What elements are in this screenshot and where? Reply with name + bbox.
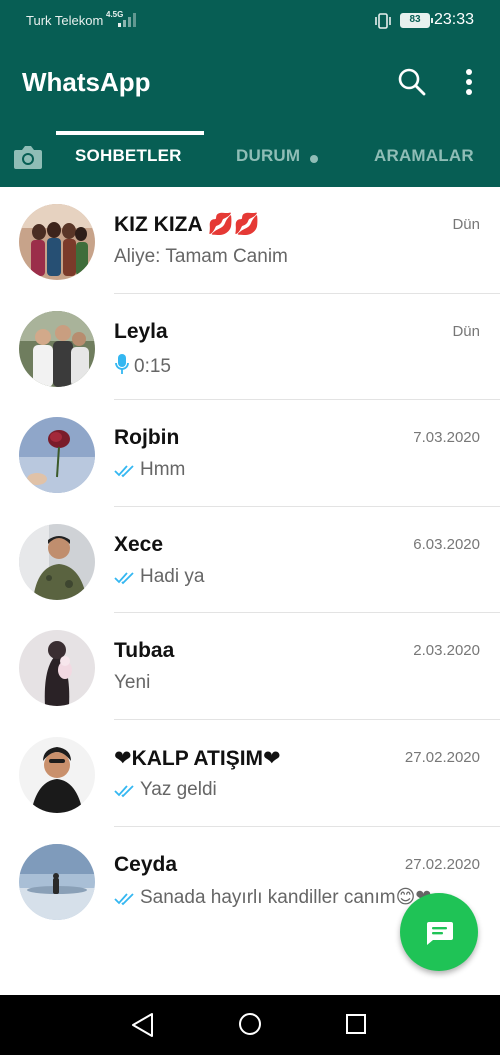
clock: 23:33 [434,11,475,28]
double-check-icon [114,572,134,585]
message-text: Yaz geldi [140,778,217,800]
home-icon[interactable] [238,1012,262,1036]
new-chat-icon [427,922,453,945]
last-message-preview: Yeni [114,672,474,694]
message-text: Aliye: Tamam Canim [114,246,288,267]
carrier-name: Turk Telekom [26,13,104,28]
last-message-preview: Yaz geldi [114,779,474,801]
last-message-preview: Aliye: Tamam Canim [114,246,474,268]
chat-row[interactable]: ❤KALP ATIŞIM❤ 27.02.2020 Yaz geldi [0,720,500,827]
message-text: Yeni [114,672,151,694]
back-icon[interactable] [130,1011,156,1039]
tab-calls[interactable]: ARAMALAR [374,146,474,166]
recent-apps-icon[interactable] [344,1012,368,1036]
avatar [19,843,95,920]
avatar [19,310,95,387]
status-bar: Turk Telekom 4.5G 83 23:33 [0,0,500,42]
last-message-time: 27.02.2020 [404,748,480,766]
tab-status[interactable]: DURUM [236,146,300,166]
contact-name: Xece [114,532,164,556]
new-chat-button[interactable] [400,893,478,971]
search-icon[interactable] [394,64,430,100]
contact-name: Leyla [114,319,168,343]
avatar [19,417,95,494]
last-message-time: 2.03.2020 [413,642,480,660]
contact-name: Rojbin [114,426,180,450]
tab-chats[interactable]: SOHBETLER [75,146,182,166]
mic-icon [115,353,129,374]
chat-row[interactable]: KIZ KIZA 💋💋 Dün Aliye: Tamam Canim [0,187,500,294]
double-check-icon [114,892,134,905]
double-check-icon [114,785,134,798]
message-text: Hmm [140,459,186,481]
status-update-dot [310,155,318,163]
system-nav-bar [0,995,500,1055]
last-message-time: Dün [452,322,480,340]
avatar [19,204,95,280]
chat-row[interactable]: Rojbin 7.03.2020 Hmm [0,400,500,507]
chat-row[interactable]: Leyla Dün 0:15 [0,294,500,401]
active-tab-indicator [56,131,204,135]
contact-name: Ceyda [114,852,178,876]
contact-name: KIZ KIZA 💋💋 [114,213,261,236]
avatar [19,523,95,600]
double-check-icon [114,465,134,478]
signal-icon [118,13,136,27]
last-message-preview: 0:15 [114,353,474,378]
contact-name: ❤KALP ATIŞIM❤ [114,746,281,770]
more-vert-icon[interactable] [455,64,483,100]
tab-bar: SOHBETLER DURUM ARAMALAR [0,134,500,187]
avatar [19,736,95,813]
battery-icon: 83 [400,13,433,28]
last-message-time: 27.02.2020 [404,855,480,873]
last-message-preview: Hadi ya [114,566,474,588]
chat-list: KIZ KIZA 💋💋 Dün Aliye: Tamam Canim Leyla… [0,187,500,933]
last-message-time: 6.03.2020 [413,535,480,553]
chat-row[interactable]: Xece 6.03.2020 Hadi ya [0,507,500,614]
chat-row[interactable]: Tubaa 2.03.2020 Yeni [0,613,500,720]
last-message-time: 7.03.2020 [413,429,480,447]
last-message-preview: Hmm [114,459,474,481]
message-text: Sanada hayırlı kandiller canım😊❤ [140,886,432,908]
vibrate-icon [375,13,391,29]
avatar [19,630,95,707]
app-title: WhatsApp [22,67,151,97]
voice-duration: 0:15 [134,355,171,377]
message-text: Hadi ya [140,565,205,587]
app-bar: WhatsApp SOHBETLER DURUM ARAMALAR [0,42,500,187]
contact-name: Tubaa [114,639,175,663]
camera-icon[interactable] [10,139,46,175]
last-message-time: Dün [452,216,480,233]
